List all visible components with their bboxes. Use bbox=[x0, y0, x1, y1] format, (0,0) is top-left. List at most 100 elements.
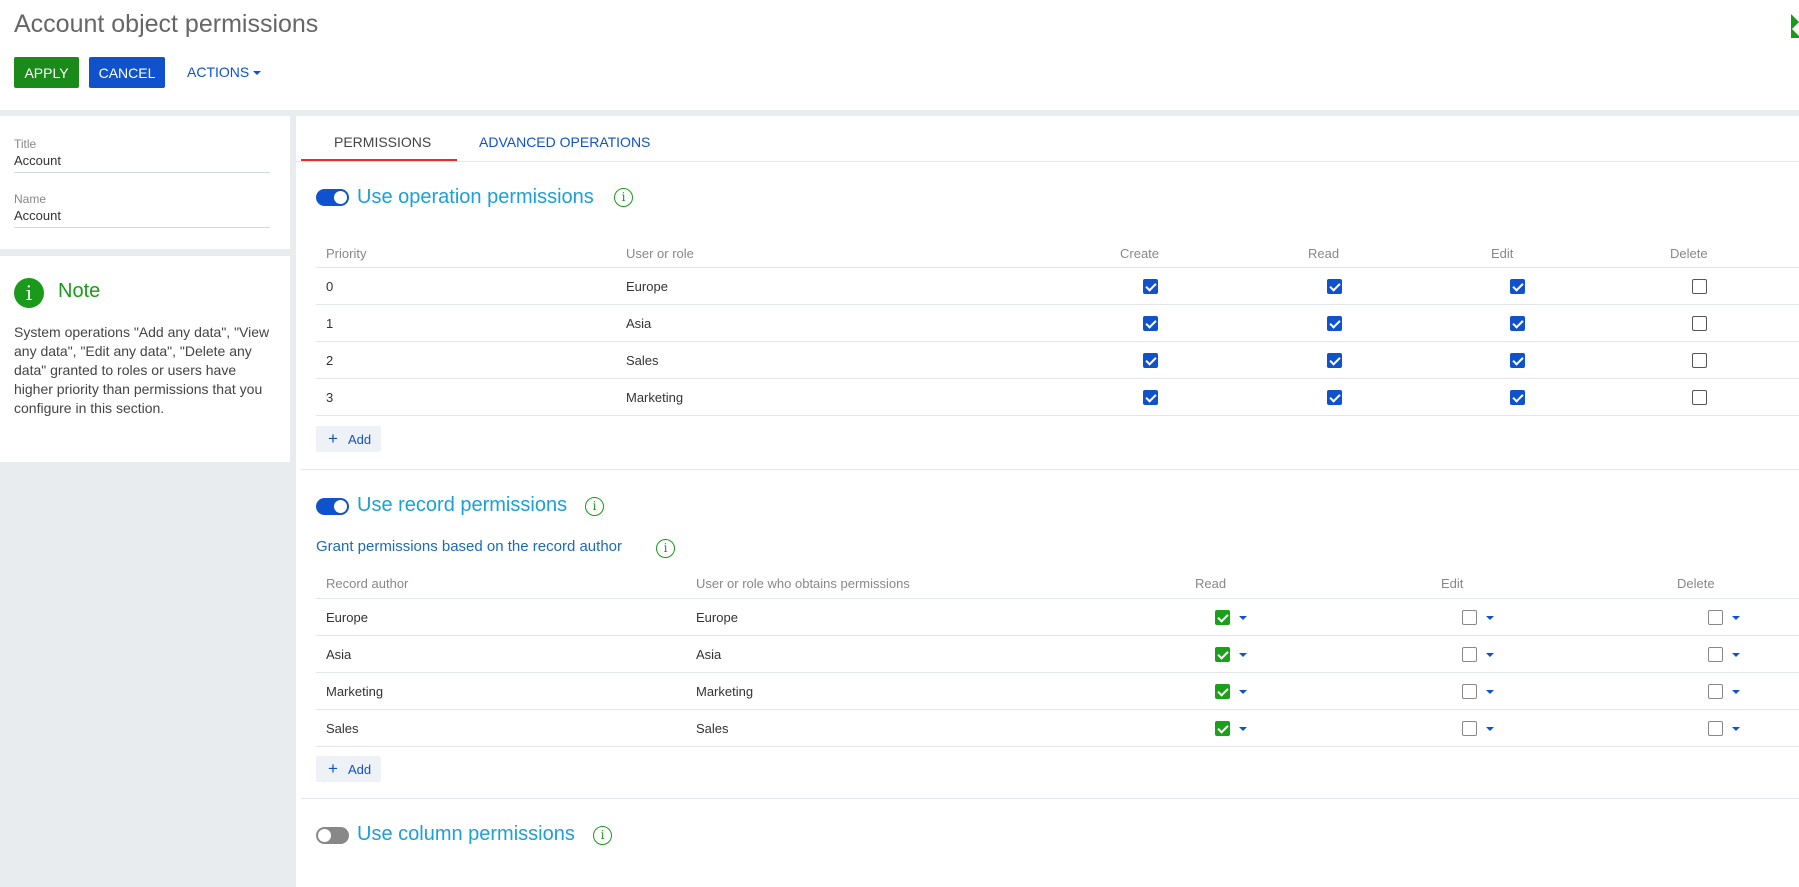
name-field-label: Name bbox=[14, 192, 47, 206]
edit-checkbox[interactable] bbox=[1462, 647, 1477, 662]
chevron-down-icon[interactable] bbox=[1486, 690, 1494, 694]
table-row[interactable]: Sales Sales bbox=[316, 710, 1799, 747]
active-tab-indicator bbox=[301, 159, 457, 161]
delete-checkbox[interactable] bbox=[1708, 684, 1723, 699]
record-permissions-toggle[interactable] bbox=[316, 498, 349, 515]
table-row[interactable]: Europe Europe bbox=[316, 599, 1799, 636]
read-checkbox[interactable] bbox=[1327, 316, 1342, 331]
table-row[interactable]: 0 Europe bbox=[316, 268, 1799, 305]
chevron-down-icon[interactable] bbox=[1486, 653, 1494, 657]
column-header-grantee: User or role who obtains permissions bbox=[696, 576, 910, 591]
column-header-record-author: Record author bbox=[326, 576, 409, 591]
grantee-cell: Sales bbox=[696, 721, 729, 736]
chevron-down-icon[interactable] bbox=[1732, 727, 1740, 731]
chevron-down-icon[interactable] bbox=[1732, 616, 1740, 620]
apply-button[interactable]: APPLY bbox=[14, 57, 79, 88]
plus-icon: + bbox=[328, 429, 338, 448]
chevron-down-icon[interactable] bbox=[1486, 616, 1494, 620]
table-row[interactable]: 1 Asia bbox=[316, 305, 1799, 342]
read-checkbox[interactable] bbox=[1215, 610, 1230, 625]
main-content: PERMISSIONS ADVANCED OPERATIONS Use oper… bbox=[296, 116, 1799, 887]
chevron-down-icon[interactable] bbox=[1239, 616, 1247, 620]
delete-checkbox[interactable] bbox=[1708, 721, 1723, 736]
info-icon[interactable]: i bbox=[593, 826, 612, 845]
read-checkbox[interactable] bbox=[1215, 647, 1230, 662]
delete-checkbox[interactable] bbox=[1692, 353, 1707, 368]
chevron-down-icon[interactable] bbox=[1239, 727, 1247, 731]
column-permissions-toggle[interactable] bbox=[316, 827, 349, 844]
tab-bar: PERMISSIONS ADVANCED OPERATIONS bbox=[296, 116, 1799, 162]
operation-permissions-grid: Priority User or role Create Read Edit D… bbox=[316, 236, 1799, 416]
priority-cell: 1 bbox=[326, 316, 334, 331]
edit-checkbox[interactable] bbox=[1462, 721, 1477, 736]
page-header: Account object permissions APPLY CANCEL … bbox=[0, 0, 1799, 110]
read-checkbox[interactable] bbox=[1215, 721, 1230, 736]
delete-checkbox[interactable] bbox=[1708, 647, 1723, 662]
create-checkbox[interactable] bbox=[1143, 390, 1158, 405]
cancel-button[interactable]: CANCEL bbox=[89, 57, 165, 88]
grantee-cell: Asia bbox=[696, 647, 722, 662]
column-header-edit: Edit bbox=[1441, 576, 1464, 591]
note-title: Note bbox=[58, 280, 101, 302]
table-row[interactable]: 3 Marketing bbox=[316, 379, 1799, 416]
create-checkbox[interactable] bbox=[1143, 316, 1158, 331]
read-checkbox[interactable] bbox=[1327, 353, 1342, 368]
delete-checkbox[interactable] bbox=[1708, 610, 1723, 625]
chevron-down-icon[interactable] bbox=[1239, 690, 1247, 694]
grid-header: Record author User or role who obtains p… bbox=[316, 566, 1799, 599]
create-checkbox[interactable] bbox=[1143, 353, 1158, 368]
info-icon[interactable]: i bbox=[614, 188, 633, 207]
logo-icon bbox=[1787, 12, 1799, 40]
chevron-down-icon[interactable] bbox=[1239, 653, 1247, 657]
delete-checkbox[interactable] bbox=[1692, 279, 1707, 294]
column-header-priority: Priority bbox=[326, 246, 367, 261]
info-icon[interactable]: i bbox=[656, 539, 675, 558]
edit-checkbox[interactable] bbox=[1510, 390, 1525, 405]
add-operation-permission-button[interactable]: + Add bbox=[316, 426, 381, 452]
create-checkbox[interactable] bbox=[1143, 279, 1158, 294]
edit-checkbox[interactable] bbox=[1510, 316, 1525, 331]
add-label: Add bbox=[348, 762, 372, 777]
edit-checkbox[interactable] bbox=[1510, 279, 1525, 294]
column-header-user-or-role: User or role bbox=[626, 246, 694, 261]
tab-permissions[interactable]: PERMISSIONS bbox=[334, 134, 431, 150]
read-checkbox[interactable] bbox=[1215, 684, 1230, 699]
title-field-value[interactable]: Account bbox=[14, 153, 270, 172]
priority-cell: 0 bbox=[326, 279, 334, 294]
page-title: Account object permissions bbox=[14, 10, 319, 38]
chevron-down-icon[interactable] bbox=[1732, 690, 1740, 694]
add-record-permission-button[interactable]: + Add bbox=[316, 756, 381, 782]
info-icon: i bbox=[14, 278, 44, 308]
read-checkbox[interactable] bbox=[1327, 390, 1342, 405]
tab-advanced-operations[interactable]: ADVANCED OPERATIONS bbox=[479, 134, 650, 150]
chevron-down-icon[interactable] bbox=[1732, 653, 1740, 657]
role-cell: Marketing bbox=[626, 390, 684, 405]
operation-permissions-toggle[interactable] bbox=[316, 189, 349, 206]
column-header-delete: Delete bbox=[1670, 246, 1708, 261]
column-header-edit: Edit bbox=[1491, 246, 1514, 261]
table-row[interactable]: 2 Sales bbox=[316, 342, 1799, 379]
table-row[interactable]: Marketing Marketing bbox=[316, 673, 1799, 710]
note-text: System operations "Add any data", "View … bbox=[14, 324, 270, 416]
delete-checkbox[interactable] bbox=[1692, 316, 1707, 331]
operation-permissions-title: Use operation permissions bbox=[357, 186, 594, 208]
record-author-cell: Europe bbox=[326, 610, 368, 625]
role-cell: Asia bbox=[626, 316, 652, 331]
read-checkbox[interactable] bbox=[1327, 279, 1342, 294]
delete-checkbox[interactable] bbox=[1692, 390, 1707, 405]
edit-checkbox[interactable] bbox=[1462, 610, 1477, 625]
info-icon[interactable]: i bbox=[585, 497, 604, 516]
table-row[interactable]: Asia Asia bbox=[316, 636, 1799, 673]
record-permissions-title: Use record permissions bbox=[357, 494, 568, 516]
edit-checkbox[interactable] bbox=[1510, 353, 1525, 368]
plus-icon: + bbox=[328, 759, 338, 778]
role-cell: Europe bbox=[626, 279, 668, 294]
title-field[interactable]: Title Account bbox=[14, 137, 270, 173]
actions-menu-button[interactable]: ACTIONS bbox=[187, 57, 262, 88]
column-header-create: Create bbox=[1120, 246, 1160, 261]
section-divider bbox=[301, 469, 1799, 470]
name-field[interactable]: Name Account bbox=[14, 192, 270, 228]
chevron-down-icon[interactable] bbox=[1486, 727, 1494, 731]
edit-checkbox[interactable] bbox=[1462, 684, 1477, 699]
name-field-value[interactable]: Account bbox=[14, 208, 270, 227]
